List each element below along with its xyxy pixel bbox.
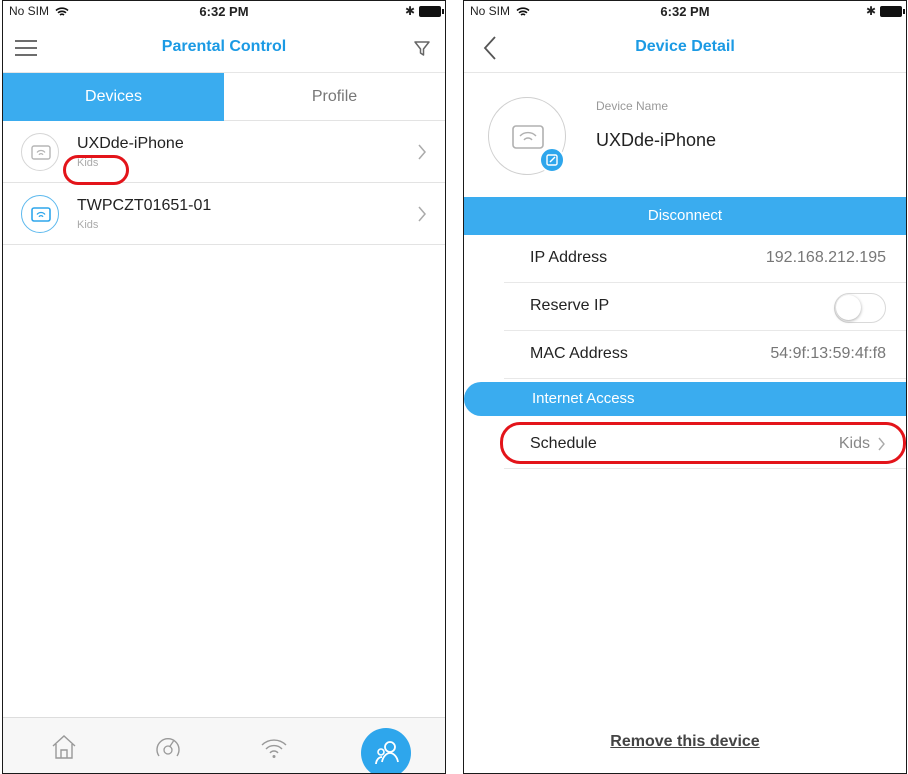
segmented-tabs: Devices Profile (3, 73, 445, 121)
toggle-knob (836, 295, 861, 320)
remove-device-link[interactable]: Remove this device (464, 733, 906, 751)
mac-address-label: MAC Address (530, 345, 628, 362)
reserve-ip-row: Reserve IP (504, 283, 906, 331)
reserve-ip-toggle[interactable] (834, 293, 886, 323)
ip-address-label: IP Address (530, 249, 608, 266)
device-name-label: Device Name (596, 99, 669, 113)
device-icon (21, 195, 59, 233)
wifi-icon[interactable] (259, 732, 289, 762)
ip-address-row: IP Address 192.168.212.195 (504, 235, 906, 283)
edit-name-button[interactable] (539, 147, 565, 173)
device-name: TWPCZT01651-01 (77, 197, 212, 214)
highlight-annotation (500, 422, 906, 464)
device-icon (21, 133, 59, 171)
tab-devices[interactable]: Devices (3, 73, 224, 121)
status-bar: No SIM 6:32 PM ✱ (3, 1, 445, 23)
mac-address-value: 54:9f:13:59:4f:f8 (770, 345, 886, 362)
edit-icon (546, 154, 558, 166)
reserve-ip-label: Reserve IP (530, 297, 610, 314)
bottom-tab-bar (3, 717, 445, 773)
device-name-value: UXDde-iPhone (596, 130, 717, 150)
nav-bar: Device Detail (464, 23, 906, 73)
status-bar: No SIM 6:32 PM ✱ (464, 1, 906, 23)
device-row[interactable]: TWPCZT01651-01 Kids (3, 183, 445, 245)
device-detail-screen: No SIM 6:32 PM ✱ Device Detail Device Na… (463, 0, 907, 774)
page-title: Device Detail (635, 38, 735, 55)
status-time: 6:32 PM (660, 4, 710, 19)
battery-icon (880, 6, 905, 17)
chevron-right-icon (418, 144, 426, 160)
tab-profile[interactable]: Profile (224, 73, 445, 121)
parental-control-icon (375, 741, 399, 765)
home-icon[interactable] (49, 732, 79, 762)
parental-control-tab[interactable] (361, 728, 411, 773)
parental-control-screen: No SIM 6:32 PM ✱ Parental Control Device… (2, 0, 446, 774)
highlight-annotation (63, 155, 129, 185)
mac-address-row: MAC Address 54:9f:13:59:4f:f8 (504, 331, 906, 379)
nav-bar: Parental Control (3, 23, 445, 73)
speed-gauge-icon[interactable] (153, 732, 183, 762)
device-header: Device Name UXDde-iPhone (464, 75, 906, 197)
disconnect-button[interactable]: Disconnect (464, 197, 906, 235)
device-profile: Kids (77, 219, 99, 231)
battery-icon (419, 6, 444, 17)
bluetooth-icon: ✱ (404, 4, 415, 18)
device-name: UXDde-iPhone (77, 135, 184, 152)
status-time: 6:32 PM (199, 4, 249, 19)
internet-access-header: Internet Access (464, 382, 906, 416)
ip-address-value: 192.168.212.195 (765, 249, 886, 266)
chevron-right-icon (418, 206, 426, 222)
bluetooth-icon: ✱ (865, 4, 876, 18)
filter-icon[interactable] (413, 40, 431, 58)
page-title: Parental Control (161, 38, 287, 55)
